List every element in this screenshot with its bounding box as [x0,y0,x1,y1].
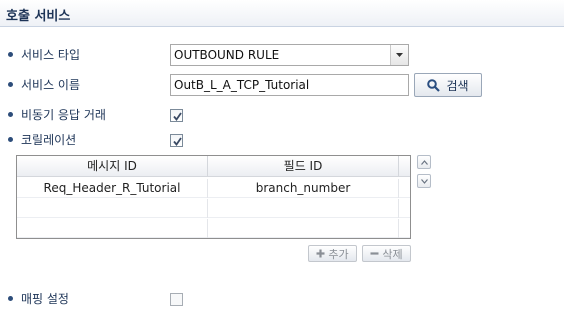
dropdown-arrow-button[interactable] [390,45,408,65]
section-title: 호출 서비스 [6,9,71,24]
table-header: 메시지 ID 필드 ID [17,156,410,177]
bullet-icon [8,52,13,57]
service-type-select[interactable]: OUTBOUND RULE [170,44,409,66]
table-row[interactable] [17,219,410,238]
chevron-down-icon [421,179,428,184]
mapping-label: 매핑 설정 [21,292,69,306]
service-type-label: 서비스 타입 [21,48,81,62]
bullet-icon [8,296,13,301]
mapping-checkbox[interactable] [170,293,183,306]
column-header-message-id[interactable]: 메시지 ID [17,156,208,177]
correlation-checkbox[interactable] [170,134,183,147]
field-id-cell[interactable] [208,199,399,218]
service-name-row-label: 서비스 이름 [8,77,80,93]
delete-button-label: 삭제 [382,247,403,261]
checkmark-icon [173,137,182,146]
service-type-row-label: 서비스 타입 [8,47,80,63]
correlation-label: 코릴레이션 [21,133,77,147]
chevron-up-icon [421,160,428,165]
service-name-input[interactable] [170,74,409,96]
bullet-icon [8,82,13,87]
async-checkbox[interactable] [170,109,183,122]
move-down-button[interactable] [417,174,431,188]
message-id-cell[interactable] [17,219,208,238]
table-row[interactable]: Req_Header_R_Tutorial branch_number [17,179,410,198]
bullet-icon [8,137,13,142]
checkmark-icon [173,112,182,121]
delete-row-button[interactable]: 삭제 [362,245,411,262]
add-row-button[interactable]: 추가 [308,245,357,262]
add-button-label: 추가 [328,247,349,261]
section-header: 호출 서비스 [0,0,564,27]
move-up-button[interactable] [417,155,431,169]
field-id-cell[interactable] [208,219,399,238]
chevron-down-icon [396,53,403,57]
correlation-row-label: 코릴레이션 [8,132,76,148]
correlation-table[interactable]: 메시지 ID 필드 ID Req_Header_R_Tutorial branc… [16,155,411,239]
service-type-value: OUTBOUND RULE [174,48,280,62]
minus-icon [370,252,379,255]
message-id-cell[interactable]: Req_Header_R_Tutorial [17,179,208,198]
async-row-label: 비동기 응답 거래 [8,107,106,123]
table-row[interactable] [17,199,410,218]
column-header-field-id[interactable]: 필드 ID [208,156,399,177]
message-id-cell[interactable] [17,199,208,218]
async-label: 비동기 응답 거래 [21,108,106,122]
bullet-icon [8,112,13,117]
search-button[interactable]: 검색 [414,73,482,97]
service-name-label: 서비스 이름 [21,78,81,92]
plus-icon [316,249,325,258]
search-icon [427,78,441,92]
field-id-cell[interactable]: branch_number [208,179,399,198]
search-button-label: 검색 [446,78,469,93]
mapping-row-label: 매핑 설정 [8,291,69,307]
